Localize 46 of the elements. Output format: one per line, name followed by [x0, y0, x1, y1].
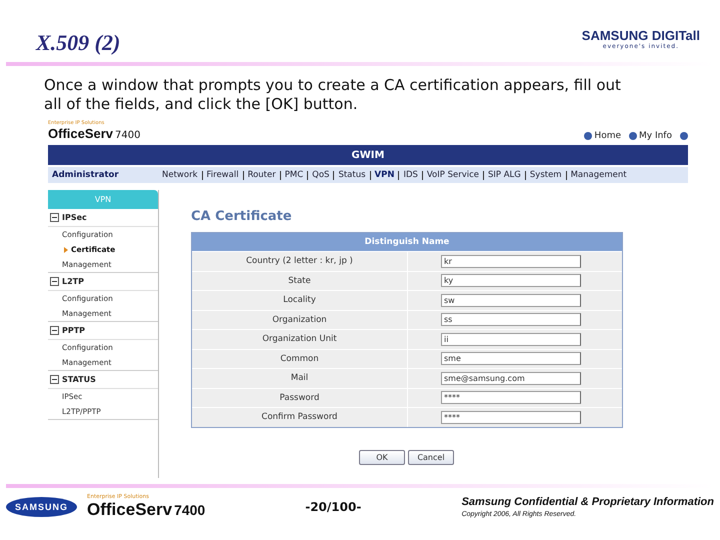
company-logo: SAMSUNG: [6, 497, 78, 517]
menu-item[interactable]: Firewall: [206, 170, 239, 180]
menu-item[interactable]: PMC: [284, 170, 304, 180]
menu-item[interactable]: System: [530, 170, 562, 180]
top-link[interactable]: Home: [584, 131, 621, 141]
input-field[interactable]: ss: [441, 313, 581, 326]
menu-item[interactable]: VPN: [374, 170, 394, 180]
form-button[interactable]: Cancel: [408, 450, 454, 464]
input-field[interactable]: ky: [441, 274, 581, 288]
menu-item[interactable]: Status: [338, 170, 366, 180]
field-label: Confirm Password: [192, 408, 408, 426]
circle-icon[interactable]: [680, 132, 688, 140]
form-button[interactable]: OK: [359, 450, 405, 464]
brand-logo-text: SAMSUNG DIGITall: [582, 28, 700, 43]
page-title: CA Certificate: [191, 209, 293, 224]
sidebar-section[interactable]: IPSec: [48, 209, 158, 227]
sidebar-section[interactable]: L2TP: [48, 273, 158, 291]
user-label: Administrator: [51, 170, 120, 180]
menu-item[interactable]: VoIP Service: [426, 170, 480, 180]
sidebar-section[interactable]: STATUS: [48, 371, 158, 389]
top-link[interactable]: My Info: [629, 131, 672, 141]
menu-item[interactable]: SIP ALG: [488, 170, 521, 180]
product-name: OfficeServ: [48, 126, 114, 141]
menu-item[interactable]: Router: [248, 170, 276, 180]
page-number: -20/100-: [305, 500, 362, 514]
input-field[interactable]: ****: [441, 391, 581, 404]
slide-title: X.509 (2): [36, 30, 120, 56]
menu-item[interactable]: IDS: [403, 170, 418, 180]
input-field[interactable]: sme@samsung.com: [441, 372, 581, 385]
input-field[interactable]: ****: [441, 410, 581, 424]
body-text: Once a window that prompts you to create a CA certification appears, fill out all of the fields, and click the [OK] button.: [44, 76, 622, 114]
menu-item[interactable]: QoS: [312, 170, 330, 180]
table-header: Distinguish Name: [192, 233, 622, 251]
footer-model: 7400: [174, 502, 206, 518]
input-field[interactable]: sw: [441, 294, 581, 307]
input-field[interactable]: kr: [441, 254, 581, 268]
confidential-notice: Samsung Confidential & Proprietary Information: [462, 496, 714, 508]
sidebar-title: VPN: [94, 195, 112, 204]
banner-title: GWIM: [352, 150, 384, 160]
footer-product: OfficeServ: [87, 500, 172, 520]
sidebar-section[interactable]: PPTP: [48, 322, 158, 340]
input-field[interactable]: ii: [441, 332, 581, 346]
input-field[interactable]: sme: [441, 352, 581, 366]
menu-item[interactable]: Management: [570, 170, 627, 180]
menu-item[interactable]: Network: [162, 170, 198, 180]
product-model: 7400: [115, 130, 140, 141]
